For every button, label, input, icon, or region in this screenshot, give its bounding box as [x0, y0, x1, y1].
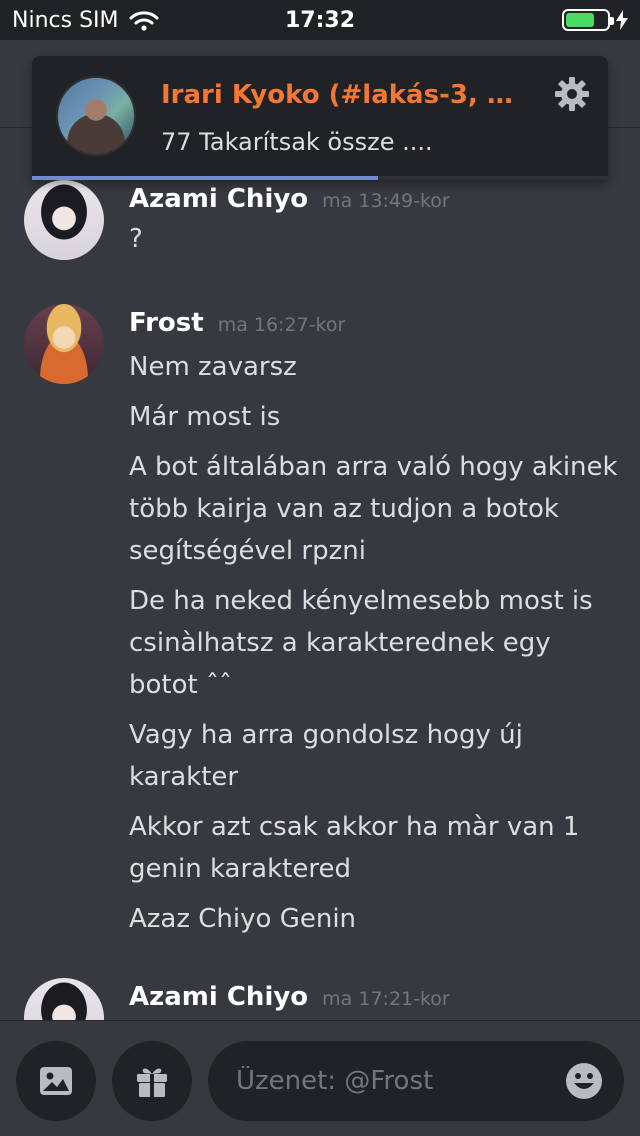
avatar[interactable] — [24, 304, 104, 384]
notification-progress-fill — [32, 176, 378, 180]
attach-image-button[interactable] — [16, 1041, 96, 1121]
emoji-icon[interactable] — [564, 1061, 604, 1101]
image-icon — [40, 1067, 72, 1095]
author-name[interactable]: Azami Chiyo — [129, 982, 308, 1012]
status-time: 17:32 — [284, 8, 356, 33]
message-text[interactable]: Már most is — [129, 396, 619, 438]
message-text[interactable]: Nem zavarsz — [129, 346, 619, 388]
avatar[interactable] — [24, 978, 104, 1020]
chat-screen: Nincs SIM 17:32 Azami Chiyo ma 13:49-kor — [0, 0, 640, 1136]
message-author[interactable]: Frost ma 16:27-kor — [129, 308, 345, 338]
notification-avatar — [56, 76, 136, 156]
status-bar: Nincs SIM 17:32 — [0, 0, 640, 40]
message-timestamp: ma 17:21-kor — [322, 988, 450, 1010]
charging-bolt-icon — [616, 10, 628, 30]
message-text[interactable]: ? — [129, 218, 619, 260]
message-list[interactable]: Azami Chiyo ma 13:49-kor ? Frost ma 16:27-… — [0, 128, 640, 1020]
message-timestamp: ma 16:27-kor — [217, 314, 346, 336]
battery-fill — [566, 13, 594, 27]
message-text[interactable]: A bot általában arra való hogy akinek tö… — [129, 446, 619, 572]
gift-icon — [137, 1068, 167, 1097]
gear-icon[interactable] — [554, 76, 590, 112]
notification-title: Irari Kyoko (#lakás-3, N... — [161, 80, 521, 110]
message-timestamp: ma 13:49-kor — [322, 190, 450, 212]
author-name[interactable]: Azami Chiyo — [129, 184, 308, 214]
message-text[interactable]: Vagy ha arra gondolsz hogy új karakter — [129, 714, 619, 798]
message-input-container[interactable] — [208, 1041, 624, 1121]
message-author[interactable]: Azami Chiyo ma 17:21-kor — [129, 982, 450, 1012]
notification-progress — [32, 176, 608, 180]
notification-body: 77 Takarítsak össze .... — [161, 128, 433, 156]
avatar[interactable] — [24, 180, 104, 260]
message-author[interactable]: Azami Chiyo ma 13:49-kor — [129, 184, 450, 214]
battery-icon — [562, 9, 614, 31]
battery-indicator — [562, 9, 628, 31]
gift-button[interactable] — [112, 1041, 192, 1121]
message-text[interactable]: De ha neked kényelmesebb most is csinàlh… — [129, 580, 619, 706]
message-text[interactable]: Azaz Chiyo Genin — [129, 898, 619, 940]
message-notification[interactable]: Irari Kyoko (#lakás-3, N... 77 Takarítsa… — [32, 56, 608, 180]
message-input-bar — [0, 1020, 640, 1136]
author-name[interactable]: Frost — [129, 308, 204, 338]
message-text[interactable]: Akkor azt csak akkor ha màr van 1 genin … — [129, 806, 619, 890]
message-input[interactable] — [236, 1041, 546, 1121]
